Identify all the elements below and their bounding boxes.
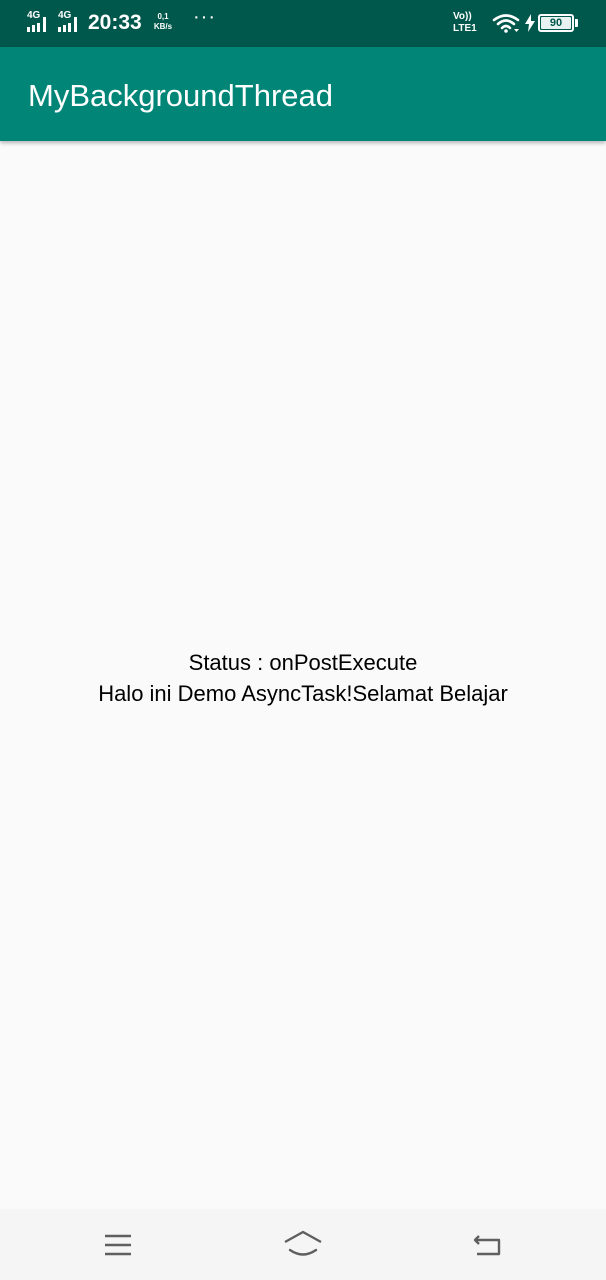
navigation-bar xyxy=(0,1209,606,1280)
sim1-signal-indicator: 4G xyxy=(26,11,52,33)
back-button[interactable] xyxy=(465,1223,509,1267)
volte-label: Vo)) xyxy=(453,11,472,22)
network-speed-unit: KB/s xyxy=(153,22,173,31)
status-label: Status : onPostExecute xyxy=(188,650,418,675)
home-button[interactable] xyxy=(281,1223,325,1267)
menu-button[interactable] xyxy=(96,1223,140,1267)
status-time: 20:33 xyxy=(88,11,142,34)
notification-overflow-icon: ··· xyxy=(193,6,216,28)
battery-level: 90 xyxy=(549,17,563,29)
sim2-signal-indicator: 4G xyxy=(57,11,83,33)
charging-icon xyxy=(525,14,535,32)
lte-label: LTE1 xyxy=(453,23,477,34)
main-content: Status : onPostExecute Halo ini Demo Asy… xyxy=(0,141,606,1209)
volte-indicator: Vo)) LTE1 xyxy=(453,11,487,35)
network-speed-value: 0,1 xyxy=(157,12,169,21)
battery-icon: 90 xyxy=(538,14,574,32)
battery-tip xyxy=(575,19,578,27)
app-title: MyBackgroundThread xyxy=(28,78,333,113)
network-speed: 0,1 KB/s xyxy=(150,12,176,32)
menu-icon xyxy=(105,1234,131,1256)
wifi-icon xyxy=(492,14,520,33)
back-icon xyxy=(473,1235,501,1256)
app-bar: MyBackgroundThread xyxy=(0,47,606,141)
home-icon xyxy=(284,1230,322,1256)
status-bar: 4G 4G 20:33 0,1 KB/s ··· Vo)) LTE1 90 xyxy=(0,0,606,47)
signal-icon xyxy=(27,17,46,32)
message-label: Halo ini Demo AsyncTask!Selamat Belajar xyxy=(98,681,508,706)
signal-icon xyxy=(58,17,77,32)
